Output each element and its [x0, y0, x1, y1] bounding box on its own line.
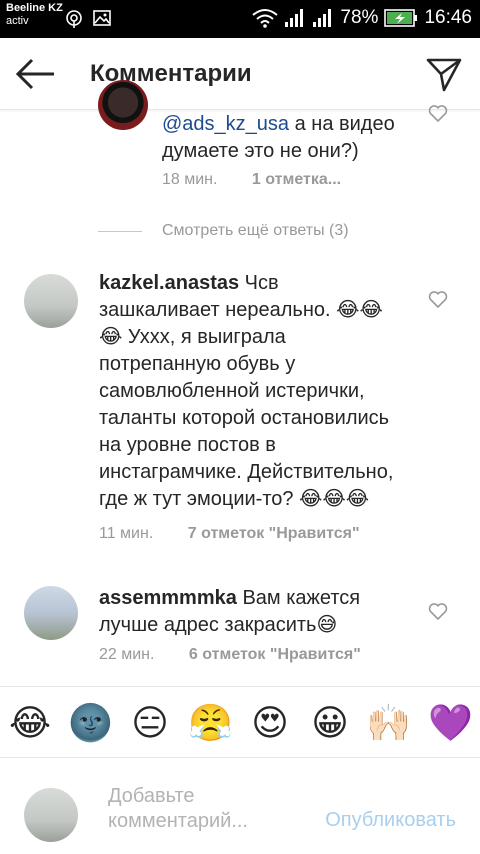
battery-percent: 78% — [340, 7, 379, 28]
emoji-expressionless[interactable]: 😑 — [128, 701, 172, 745]
post-button[interactable]: Опубликовать — [325, 809, 456, 832]
comment-composer: Добавьте комментарий... Опубликовать — [0, 758, 480, 854]
comment-body: Чсв зашкаливает нереально. 😂😂 😂 Ухxx, я … — [99, 272, 394, 510]
clock: 16:46 — [424, 7, 472, 28]
emoji-purple-heart[interactable]: 💜 — [428, 701, 473, 745]
paper-plane-icon[interactable] — [424, 54, 464, 94]
view-more-label: Смотреть ещё ответы (3) — [162, 222, 349, 239]
comment-meta: 22 мин. 6 отметок "Нравится" — [99, 646, 361, 664]
username[interactable]: kazkel.anastas — [99, 272, 239, 294]
emoji-grinning[interactable]: 😀 — [308, 701, 352, 745]
likes-count[interactable]: 1 отметка... — [252, 171, 341, 188]
hotspot-icon — [66, 10, 82, 28]
signal-icon — [313, 9, 332, 27]
signal-icon — [285, 9, 304, 27]
emoji-steam-nose[interactable]: 😤 — [188, 701, 233, 745]
carrier-sub: activ — [6, 15, 29, 27]
emoji-new-moon-face[interactable]: 🌚 — [68, 701, 113, 745]
mention-link[interactable]: @ads_kz_usa — [162, 113, 289, 135]
comment-text: assemmmmka Вам кажется лучше адрес закра… — [99, 585, 399, 639]
comment-text: @ads_kz_usa а на видео думаете это не он… — [162, 111, 412, 165]
divider-line — [98, 230, 142, 232]
battery-icon — [384, 9, 418, 27]
avatar[interactable] — [98, 80, 148, 130]
status-bar: Beeline KZ activ 78% 16:46 — [0, 0, 480, 38]
view-more-replies[interactable]: Смотреть ещё ответы (3) — [98, 222, 349, 240]
comment-input[interactable]: Добавьте комментарий... — [108, 784, 298, 834]
likes-count[interactable]: 6 отметок "Нравится" — [189, 646, 361, 663]
comment-time: 18 мин. — [162, 171, 218, 188]
comment-meta: 11 мин. 7 отметок "Нравится" — [99, 525, 360, 543]
emoji-heart-eyes[interactable]: 😍 — [248, 701, 292, 745]
avatar — [24, 788, 78, 842]
emoji-bar: 😂 🌚 😑 😤 😍 😀 🙌🏻 💜 — [0, 686, 480, 758]
carrier-name: Beeline KZ — [6, 2, 63, 14]
likes-count[interactable]: 7 отметок "Нравится" — [188, 525, 360, 542]
avatar[interactable] — [24, 586, 78, 640]
emoji-tears-of-joy[interactable]: 😂 — [8, 701, 52, 745]
comment-meta: 18 мин. 1 отметка... — [162, 171, 341, 189]
comment-text: kazkel.anastas Чсв зашкаливает нереально… — [99, 270, 399, 513]
heart-icon[interactable] — [428, 602, 448, 620]
emoji-raising-hands[interactable]: 🙌🏻 — [366, 701, 411, 745]
carrier-info: Beeline KZ activ — [6, 2, 63, 28]
heart-icon[interactable] — [428, 104, 448, 122]
image-icon — [93, 10, 111, 26]
comment-time: 11 мин. — [99, 525, 154, 542]
heart-icon[interactable] — [428, 290, 448, 308]
comment-time: 22 мин. — [99, 646, 155, 663]
avatar[interactable] — [24, 274, 78, 328]
app-bar: Комментарии — [0, 38, 480, 110]
arrow-left-icon[interactable] — [14, 54, 58, 94]
username[interactable]: assemmmmka — [99, 587, 237, 609]
wifi-icon — [252, 9, 279, 28]
